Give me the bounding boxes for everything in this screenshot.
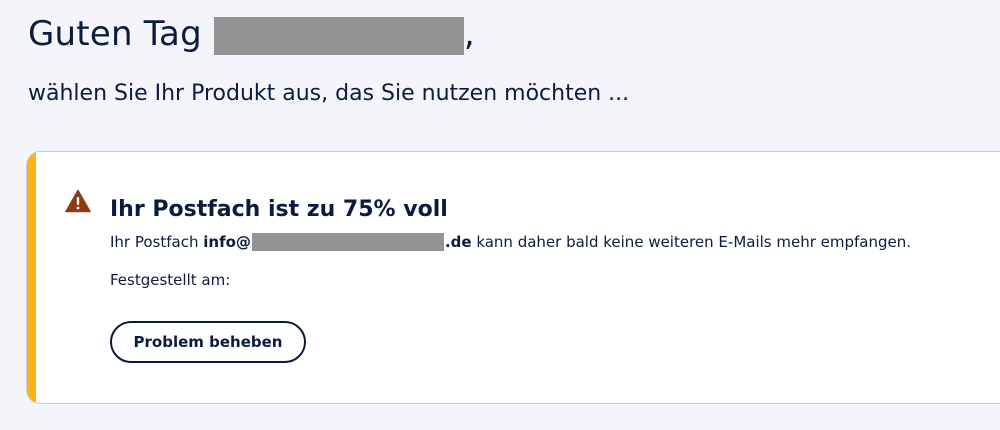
fix-problem-button[interactable]: Problem beheben	[110, 321, 306, 363]
redacted-user-name	[213, 17, 464, 55]
greeting-heading: Guten Tag ,	[28, 12, 475, 56]
greeting-prefix: Guten Tag	[28, 14, 202, 54]
alert-message-prefix: Ihr Postfach	[110, 233, 199, 251]
email-end: .de	[444, 233, 472, 251]
redacted-email-part	[251, 233, 444, 251]
alert-message: Ihr Postfach info@ .de kann daher bald ke…	[110, 231, 911, 253]
mailbox-alert-card: Ihr Postfach ist zu 75% voll Ihr Postfac…	[26, 151, 1000, 404]
warning-triangle-icon	[65, 189, 91, 213]
alert-accent-bar	[27, 152, 36, 403]
product-selection-subtitle: wählen Sie Ihr Produkt aus, das Sie nutz…	[28, 80, 630, 106]
mailbox-email: info@ .de	[203, 233, 472, 251]
detected-date-label: Festgestellt am:	[110, 271, 231, 289]
alert-message-suffix: kann daher bald keine weiteren E-Mails m…	[476, 233, 912, 251]
alert-title: Ihr Postfach ist zu 75% voll	[110, 196, 448, 222]
greeting-suffix: ,	[463, 14, 475, 54]
email-start: info@	[203, 233, 251, 251]
